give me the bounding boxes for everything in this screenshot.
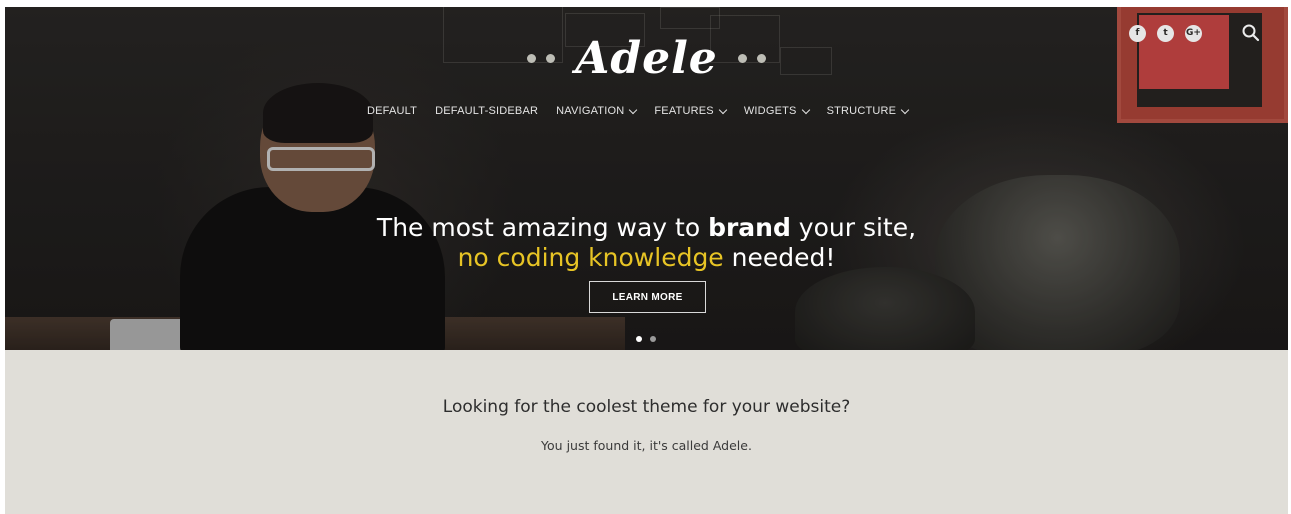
- logo-dot: [737, 54, 747, 63]
- intro-subtitle: You just found it, it's called Adele.: [541, 438, 752, 453]
- nav-item-structure[interactable]: STRUCTURE: [826, 105, 910, 117]
- slider-dot-1[interactable]: [636, 336, 642, 342]
- nav-item-default-sidebar[interactable]: DEFAULT-SIDEBAR: [435, 105, 538, 117]
- nav-item-label: DEFAULT-SIDEBAR: [435, 105, 539, 117]
- chevron-down-icon: [900, 105, 910, 114]
- nav-item-navigation[interactable]: NAVIGATION: [556, 105, 638, 117]
- nav-item-features[interactable]: FEATURES: [654, 105, 728, 117]
- logo-dot: [527, 54, 537, 63]
- hero-headline: The most amazing way to brand your site,…: [5, 213, 1288, 273]
- slider-dot-2[interactable]: [650, 336, 656, 342]
- chevron-down-icon: [718, 105, 728, 114]
- nav-item-widgets[interactable]: WIDGETS: [743, 105, 810, 117]
- social-links: f t G+: [1129, 24, 1202, 42]
- headline-line1: The most amazing way to brand your site,: [376, 213, 917, 242]
- site-logo[interactable]: Adele: [575, 33, 718, 84]
- nav-item-label: STRUCTURE: [826, 105, 897, 117]
- page-frame: Adele f t G+ DEFAULT DEFAULT-SIDEBAR NAV…: [5, 7, 1288, 514]
- nav-item-label: FEATURES: [654, 105, 714, 117]
- chevron-down-icon: [801, 105, 810, 114]
- logo-dot: [546, 54, 556, 63]
- slider-pagination: [636, 336, 656, 342]
- hero-slider: Adele f t G+ DEFAULT DEFAULT-SIDEBAR NAV…: [5, 7, 1288, 350]
- nav-item-label: WIDGETS: [743, 105, 797, 117]
- google-plus-icon[interactable]: G+: [1185, 24, 1202, 42]
- search-icon[interactable]: [1240, 22, 1262, 44]
- headline-line2: no coding knowledge needed!: [457, 243, 836, 272]
- chevron-down-icon: [629, 105, 638, 114]
- headline-bold-word: brand: [708, 213, 791, 242]
- learn-more-button[interactable]: LEARN MORE: [589, 281, 706, 313]
- site-logo-area: Adele: [5, 33, 1288, 89]
- logo-dot: [756, 54, 766, 63]
- intro-section: Looking for the coolest theme for your w…: [5, 350, 1288, 514]
- headline-highlight: no coding knowledge: [457, 243, 724, 272]
- intro-title: Looking for the coolest theme for your w…: [442, 397, 851, 417]
- nav-item-label: DEFAULT: [367, 105, 418, 117]
- main-navigation: DEFAULT DEFAULT-SIDEBAR NAVIGATION FEATU…: [367, 103, 910, 119]
- nav-item-default[interactable]: DEFAULT: [367, 105, 417, 117]
- twitter-icon[interactable]: t: [1157, 24, 1174, 42]
- facebook-icon[interactable]: f: [1129, 24, 1146, 42]
- nav-item-label: NAVIGATION: [556, 105, 625, 117]
